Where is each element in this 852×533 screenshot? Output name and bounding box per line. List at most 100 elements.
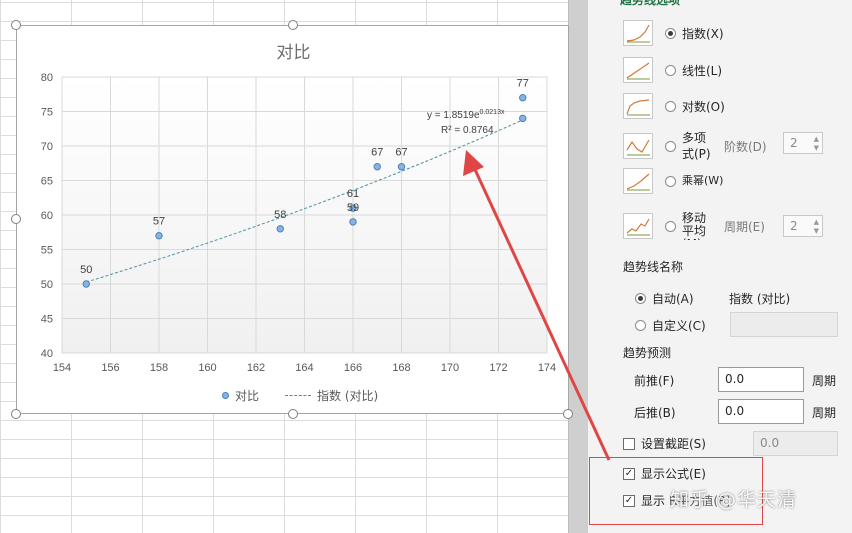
label-exponential: 指数(X) (682, 26, 724, 41)
data-label: 59 (347, 202, 359, 214)
backward-label: 后推(B) (634, 406, 676, 420)
chart-area[interactable]: 对比 154 156 158 160 162 164 166 168 170 172 174 40 45… (16, 25, 569, 414)
intercept-label: 设置截距(S) (641, 437, 706, 451)
y-tick-label: 45 (41, 314, 53, 326)
data-label: 67 (371, 147, 383, 159)
x-tick-label: 160 (198, 362, 216, 374)
resize-handle-top[interactable] (288, 20, 298, 30)
x-tick-label: 156 (101, 362, 119, 374)
name-custom-option[interactable]: 自定义(C) (635, 317, 706, 334)
radio-name-auto[interactable] (635, 293, 646, 304)
data-label: 61 (347, 188, 359, 200)
forward-label: 前推(F) (634, 374, 675, 388)
y-tick-label: 80 (41, 72, 53, 84)
data-label: 50 (80, 264, 92, 276)
spin-up-icon[interactable]: ▲ (814, 135, 819, 143)
x-tick-label: 172 (489, 362, 507, 374)
resize-handle-bottom[interactable] (288, 409, 298, 419)
intercept-checkbox[interactable] (623, 437, 635, 450)
intercept-input[interactable]: 0.0 (753, 431, 838, 456)
backward-input[interactable]: 0.0 (718, 399, 804, 424)
legend-marker-icon (222, 392, 229, 399)
trend-type-moving-average[interactable]: 移动平均(M) 周期(E) (623, 212, 765, 240)
period-spinner[interactable]: 2 ▲ ▼ (783, 215, 823, 237)
chart-legend[interactable]: 对比 指数 (对比) (222, 387, 378, 404)
data-point (519, 114, 527, 123)
trend-type-exponential[interactable]: 指数(X) (623, 20, 724, 46)
linear-chart-icon (623, 57, 653, 83)
resize-handle-top-left[interactable] (11, 20, 21, 30)
y-tick-label: 50 (41, 279, 53, 291)
order-value: 2 (790, 136, 798, 150)
legend-trendline-label: 指数 (对比) (317, 389, 379, 403)
radio-exponential[interactable] (665, 27, 676, 39)
data-point (349, 218, 357, 226)
label-name-custom: 自定义(C) (652, 319, 706, 333)
pane-splitter[interactable] (568, 0, 588, 533)
label-linear: 线性(L) (682, 63, 723, 78)
order-label: 阶数(D) (724, 139, 767, 154)
radio-log[interactable] (665, 100, 676, 112)
y-tick-label: 65 (41, 176, 53, 188)
radio-polynomial[interactable] (665, 140, 676, 152)
label-log: 对数(O) (682, 99, 725, 114)
trend-type-power[interactable]: 乘幂(W) (623, 168, 723, 194)
data-point (373, 163, 381, 171)
trendline-name-title: 趋势线名称 (623, 260, 684, 274)
trend-type-linear[interactable]: 线性(L) (623, 57, 722, 83)
period-label: 周期(E) (724, 219, 765, 234)
data-point (276, 225, 284, 233)
set-intercept-option[interactable]: 设置截距(S) (623, 435, 706, 452)
forward-input[interactable]: 0.0 (718, 367, 804, 392)
resize-handle-left[interactable] (11, 214, 21, 224)
y-tick-label: 60 (41, 210, 53, 222)
trendline-r-squared: R² = 0.8764 (441, 125, 494, 136)
y-tick-label: 75 (41, 107, 53, 119)
y-tick-label: 40 (41, 348, 53, 360)
label-name-auto: 自动(A) (652, 292, 694, 306)
radio-moving-average[interactable] (665, 220, 676, 232)
log-chart-icon (623, 93, 653, 119)
data-label: 67 (395, 147, 407, 159)
x-tick-label: 162 (247, 362, 265, 374)
x-tick-label: 154 (53, 362, 71, 374)
custom-name-input[interactable] (730, 312, 838, 337)
forward-unit: 周期 (812, 374, 837, 388)
data-point (519, 94, 527, 102)
radio-name-custom[interactable] (635, 320, 646, 331)
name-auto-option[interactable]: 自动(A) (635, 290, 694, 307)
x-tick-label: 170 (441, 362, 459, 374)
x-tick-label: 164 (295, 362, 313, 374)
x-tick-label: 174 (538, 362, 556, 374)
pane-section-header[interactable]: 趋势线选项 (620, 0, 680, 8)
period-value: 2 (790, 219, 798, 233)
order-spinner[interactable]: 2 ▲ ▼ (783, 132, 823, 154)
label-moving-average: 移动平均(M) (682, 212, 707, 240)
equation-exponent: 0.0213x (480, 109, 505, 116)
label-polynomial: 多项式(P) (682, 131, 711, 161)
moving-average-chart-icon (623, 213, 653, 239)
power-chart-icon (623, 168, 653, 194)
data-point (397, 163, 406, 171)
spin-down-icon[interactable]: ▼ (814, 144, 819, 152)
legend-trendline-icon (285, 395, 312, 396)
trend-type-log[interactable]: 对数(O) (623, 93, 725, 119)
forecast-title: 趋势预测 (623, 346, 672, 360)
radio-power[interactable] (665, 175, 676, 187)
data-label: 57 (153, 216, 165, 228)
data-point (82, 280, 90, 288)
spin-down-icon[interactable]: ▼ (814, 227, 819, 235)
resize-handle-bottom-right[interactable] (563, 409, 573, 419)
spin-up-icon[interactable]: ▲ (814, 218, 819, 226)
trend-type-polynomial[interactable]: 多项式(P) 阶数(D) (623, 130, 767, 162)
resize-handle-bottom-left[interactable] (11, 409, 21, 419)
watermark: 知乎 @华天清 (670, 489, 798, 511)
format-trendline-pane: 趋势线选项 指数(X) 线性(L) 对数(O) 多项式(P) 阶数(D) 2 ▲ ▼… (588, 0, 852, 533)
label-power: 乘幂(W) (682, 175, 724, 187)
polynomial-chart-icon (623, 133, 653, 159)
data-label: 77 (517, 78, 529, 90)
backward-unit: 周期 (812, 406, 837, 420)
radio-linear[interactable] (665, 64, 676, 76)
data-point (155, 232, 163, 240)
plot-area: 154 156 158 160 162 164 166 168 170 172 174 40 45 50 5… (41, 72, 556, 374)
